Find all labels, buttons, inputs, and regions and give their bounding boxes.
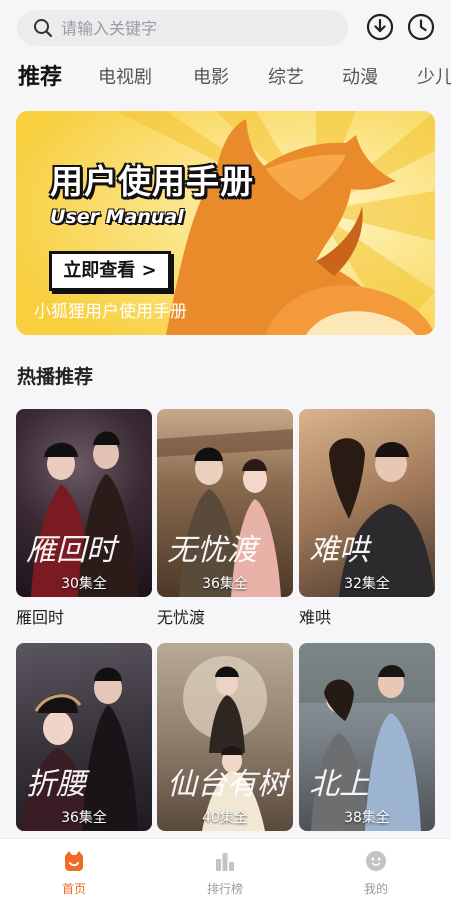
drama-card[interactable]: 难哄 32集全 难哄 [299,409,435,628]
drama-grid: 雁回时 30集全 雁回时 无忧渡 36集全 无忧渡 难哄 32集全 难哄 折腰 … [16,409,435,839]
search-bar[interactable] [17,10,348,46]
poster-calligraphy: 仙台有树 [167,767,287,802]
search-icon [34,19,53,38]
drama-poster: 仙台有树 40集全 [157,643,293,831]
drama-title: 无忧渡 [157,608,206,627]
download-icon[interactable] [366,13,394,41]
tab-recommended[interactable]: 推荐 [18,60,62,96]
episode-count: 36集全 [61,810,107,826]
nav-label: 我的 [363,882,388,896]
drama-poster: 难哄 32集全 [299,409,435,597]
tab-tv-series[interactable]: 电视剧 [98,60,152,96]
episode-count: 40集全 [202,810,248,826]
tab-variety[interactable]: 综艺 [268,60,304,96]
nav-label: 排行榜 [206,882,243,896]
history-icon[interactable] [407,13,435,41]
drama-poster: 折腰 36集全 [16,643,152,831]
episode-count: 38集全 [344,810,390,826]
drama-card[interactable]: 无忧渡 36集全 无忧渡 [157,409,293,628]
section-title: 热播推荐 [17,366,94,388]
drama-poster: 雁回时 30集全 [16,409,152,597]
poster-calligraphy: 折腰 [26,767,86,802]
drama-poster: 北上 38集全 [299,643,435,831]
profile-icon [366,851,386,871]
poster-calligraphy: 难哄 [309,533,369,568]
bottom-navigation: 首页 排行榜 我的 [0,838,451,900]
drama-title: 雁回时 [16,608,65,627]
banner-title: 用户使用手册 [50,162,254,201]
view-now-button[interactable]: 立即查看 > [49,251,171,291]
drama-card[interactable]: 北上 38集全 [299,643,435,838]
drama-card[interactable]: 雁回时 30集全 雁回时 [16,409,152,628]
tab-kids[interactable]: 少儿 [417,60,451,96]
episode-count: 30集全 [61,576,107,592]
tab-anime[interactable]: 动漫 [342,60,378,96]
nav-ranking[interactable]: 排行榜 [175,839,275,900]
promo-banner[interactable]: 用户使用手册 User Manual 立即查看 > 小狐狸用户使用手册 [16,111,435,335]
nav-label: 首页 [61,882,86,896]
nav-home[interactable]: 首页 [24,839,124,900]
poster-calligraphy: 雁回时 [26,533,116,568]
top-bar [0,0,451,55]
ranking-icon [216,853,234,871]
tab-movies[interactable]: 电影 [193,60,229,96]
drama-card[interactable]: 仙台有树 40集全 [157,643,293,838]
category-tabs: 推荐 电视剧 电影 综艺 动漫 少儿 [0,60,451,96]
poster-calligraphy: 无忧渡 [167,533,257,568]
episode-count: 36集全 [202,576,248,592]
episode-count: 32集全 [344,576,390,592]
banner-subtitle: User Manual [50,206,184,228]
drama-title: 难哄 [299,608,332,627]
poster-calligraphy: 北上 [309,767,369,802]
search-input[interactable] [61,18,321,38]
home-icon [65,851,83,871]
drama-card[interactable]: 折腰 36集全 [16,643,152,838]
nav-profile[interactable]: 我的 [326,839,426,900]
banner-caption: 小狐狸用户使用手册 [34,302,187,322]
drama-poster: 无忧渡 36集全 [157,409,293,597]
